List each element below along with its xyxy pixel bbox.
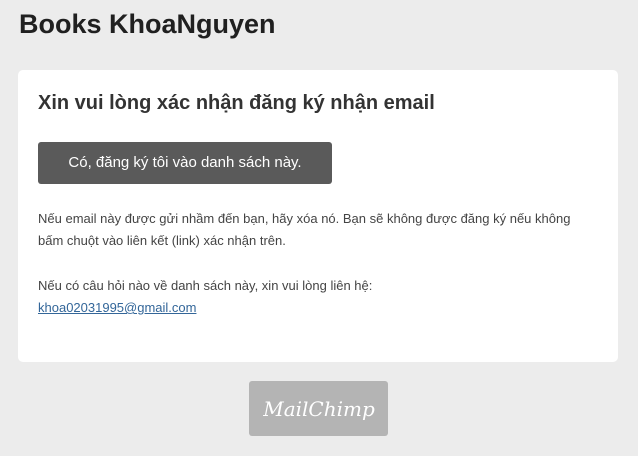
mailchimp-logo-text: MailChimp bbox=[262, 397, 375, 421]
mailchimp-logo: MailChimp bbox=[262, 397, 375, 421]
contact-paragraph: Nếu có câu hỏi nào về danh sách này, xin… bbox=[38, 275, 598, 319]
questions-text: Nếu có câu hỏi nào về danh sách này, xin… bbox=[38, 278, 373, 293]
page-title: Books KhoaNguyen bbox=[19, 9, 276, 39]
mistake-notice: Nếu email này được gửi nhầm đến bạn, hãy… bbox=[38, 211, 571, 248]
contact-email-link[interactable]: khoa02031995@gmail.com bbox=[38, 300, 196, 315]
confirm-subscription-button[interactable]: Có, đăng ký tôi vào danh sách này. bbox=[38, 142, 332, 184]
card-heading: Xin vui lòng xác nhận đăng ký nhận email bbox=[38, 92, 435, 114]
confirmation-card: Xin vui lòng xác nhận đăng ký nhận email… bbox=[18, 70, 618, 362]
mailchimp-logo-link[interactable]: MailChimp bbox=[249, 381, 388, 436]
